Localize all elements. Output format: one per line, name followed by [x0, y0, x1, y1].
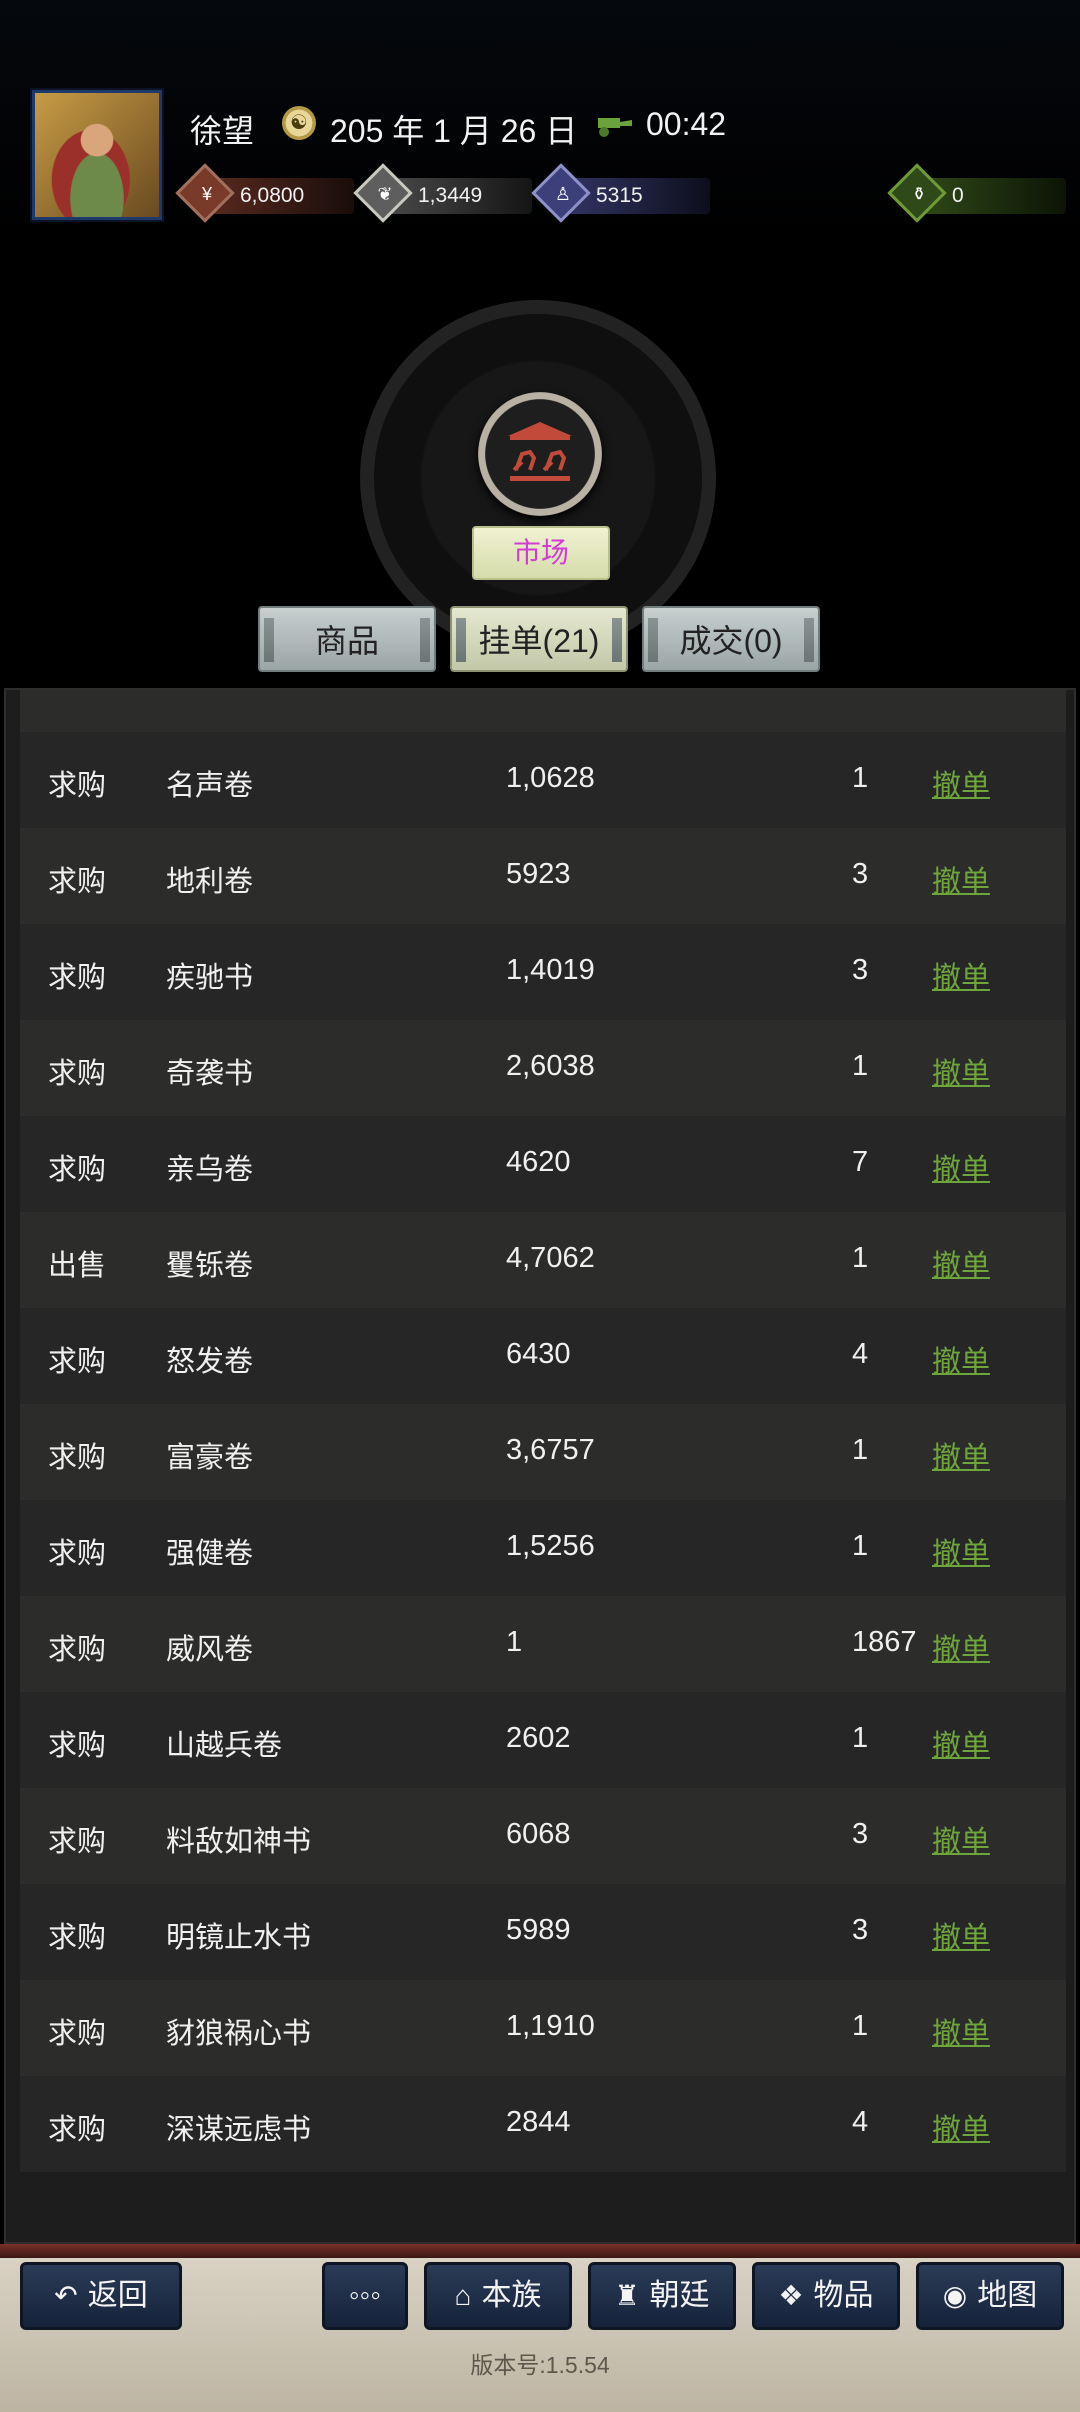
cancel-order-link[interactable]: 撤单	[932, 2106, 990, 2148]
soldier-icon: ♙	[554, 184, 572, 204]
cancel-order-link[interactable]: 撤单	[932, 1338, 990, 1380]
table-row: 出售 矍铄卷 4,7062 1 撤单	[20, 1212, 1066, 1308]
calendar-seal-icon: ☯	[282, 106, 316, 140]
cancel-order-link[interactable]: 撤单	[932, 1050, 990, 1092]
table-row: 求购 疾驰书 1,4019 3 撤单	[20, 924, 1066, 1020]
tab-label: 挂单(21)	[478, 623, 600, 659]
table-row: 求购 亲乌卷 4620 7 撤单	[20, 1116, 1066, 1212]
table-row: 求购 豺狼祸心书 1,1910 1 撤单	[20, 1980, 1066, 2076]
cancel-order-link[interactable]: 撤单	[932, 954, 990, 996]
tab-deals[interactable]: 成交(0)	[642, 606, 820, 672]
table-row: 求购 深谋远虑书 2844 4 撤单	[20, 2076, 1066, 2172]
back-button[interactable]: ↶ 返回	[20, 2262, 182, 2330]
table-row: 求购 威风卷 1 1867 撤单	[20, 1596, 1066, 1692]
table-row: 求购 明镜止水书 5989 3 撤单	[20, 1884, 1066, 1980]
clan-icon: ⌂	[454, 2280, 472, 2311]
tab-goods[interactable]: 商品	[258, 606, 436, 672]
cancel-order-link[interactable]: 撤单	[932, 1914, 990, 1956]
table-row: 求购 名声卷 1,0628 1 撤单	[20, 732, 1066, 828]
table-row: 求购 富豪卷 3,6757 1 撤单	[20, 1404, 1066, 1500]
grain-icon: ❦	[377, 184, 393, 204]
game-date: 205 年 1 月 26 日	[330, 113, 578, 149]
cancel-order-link[interactable]: 撤单	[932, 1722, 990, 1764]
back-arrow-icon: ↶	[54, 2280, 78, 2311]
more-button[interactable]: ◦◦◦	[322, 2262, 408, 2330]
player-name: 徐望	[190, 113, 255, 149]
order-list[interactable]: 求购 名声卷 1,0628 1 撤单 求购 地利卷 5923 3 撤单 求购 疾…	[4, 688, 1076, 2244]
cart-icon	[598, 118, 632, 137]
resource-coins[interactable]: ¥ 6,0800	[175, 163, 354, 223]
court-button[interactable]: ♜ 朝廷	[588, 2262, 736, 2330]
bag-icon: ⚱	[911, 184, 927, 204]
bottom-divider	[0, 2244, 1080, 2258]
tab-orders[interactable]: 挂单(21)	[450, 606, 628, 672]
map-button[interactable]: ◉ 地图	[916, 2262, 1064, 2330]
market-icon	[478, 392, 602, 516]
cancel-order-link[interactable]: 撤单	[932, 2010, 990, 2052]
table-row-partial	[20, 690, 1066, 732]
game-time: 00:42	[646, 106, 727, 142]
items-button[interactable]: ❖ 物品	[752, 2262, 900, 2330]
cancel-order-link[interactable]: 撤单	[932, 1434, 990, 1476]
table-row: 求购 料敌如神书 6068 3 撤单	[20, 1788, 1066, 1884]
map-icon: ◉	[942, 2280, 968, 2311]
cancel-order-link[interactable]: 撤单	[932, 1818, 990, 1860]
more-icon: ◦◦◦	[349, 2279, 381, 2312]
table-row: 求购 地利卷 5923 3 撤单	[20, 828, 1066, 924]
player-avatar[interactable]	[32, 90, 162, 220]
resource-bag[interactable]: ⚱ 0	[887, 163, 1066, 223]
items-icon: ❖	[778, 2280, 804, 2311]
resource-soldiers[interactable]: ♙ 5315	[531, 163, 710, 223]
tab-label: 成交(0)	[679, 623, 783, 659]
cancel-order-link[interactable]: 撤单	[932, 1146, 990, 1188]
page-title: 市场	[472, 526, 610, 580]
court-icon: ♜	[614, 2280, 640, 2311]
tab-label: 商品	[314, 623, 379, 659]
table-row: 求购 奇袭书 2,6038 1 撤单	[20, 1020, 1066, 1116]
cancel-order-link[interactable]: 撤单	[932, 1626, 990, 1668]
table-row: 求购 怒发卷 6430 4 撤单	[20, 1308, 1066, 1404]
table-row: 求购 强健卷 1,5256 1 撤单	[20, 1500, 1066, 1596]
money-icon: ¥	[201, 184, 212, 204]
cancel-order-link[interactable]: 撤单	[932, 762, 990, 804]
cancel-order-link[interactable]: 撤单	[932, 1530, 990, 1572]
table-row: 求购 山越兵卷 2602 1 撤单	[20, 1692, 1066, 1788]
version-label: 版本号:1.5.54	[470, 2352, 610, 2378]
cancel-order-link[interactable]: 撤单	[932, 858, 990, 900]
cancel-order-link[interactable]: 撤单	[932, 1242, 990, 1284]
resource-grain[interactable]: ❦ 1,3449	[353, 163, 532, 223]
clan-button[interactable]: ⌂ 本族	[424, 2262, 572, 2330]
